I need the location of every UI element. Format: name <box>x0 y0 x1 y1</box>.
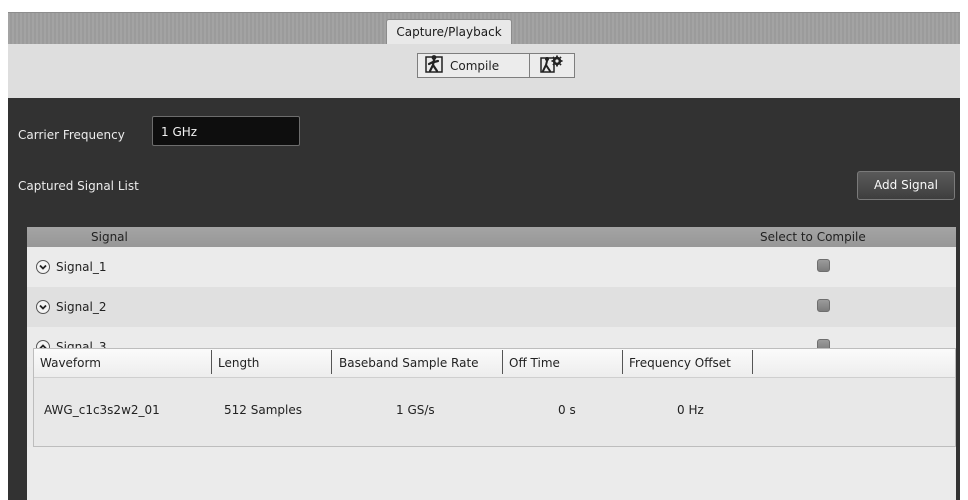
cell-waveform: AWG_c1c3s2w2_01 <box>44 403 160 417</box>
compile-settings-button[interactable] <box>530 54 574 77</box>
signal-name: Signal_2 <box>56 300 107 314</box>
waveform-table-header: Waveform Length Baseband Sample Rate Off… <box>34 349 955 378</box>
compile-button[interactable]: Compile <box>418 54 530 77</box>
runner-gear-icon <box>540 54 564 77</box>
capture-playback-app: Capture/Playback Compile Carrier Frequen… <box>8 12 960 500</box>
runner-figure-icon <box>424 54 444 77</box>
toolbar: Compile <box>8 44 960 98</box>
cell-length: 512 Samples <box>224 403 302 417</box>
cell-frequency-offset: 0 Hz <box>677 403 704 417</box>
tab-bar: Capture/Playback <box>8 12 960 46</box>
column-header-off-time[interactable]: Off Time <box>509 356 560 370</box>
toolbar-button-group: Compile <box>417 53 575 78</box>
waveform-detail-table: Waveform Length Baseband Sample Rate Off… <box>33 348 956 447</box>
compile-label: Compile <box>450 58 500 73</box>
waveform-row[interactable]: AWG_c1c3s2w2_01 512 Samples 1 GS/s 0 s 0… <box>34 377 955 446</box>
expand-chevron-down-icon[interactable] <box>36 300 50 314</box>
tab-capture-playback[interactable]: Capture/Playback <box>386 19 512 46</box>
cell-baseband-sample-rate: 1 GS/s <box>396 403 435 417</box>
column-divider[interactable] <box>331 350 332 374</box>
select-to-compile-checkbox[interactable] <box>817 299 830 312</box>
add-signal-button[interactable]: Add Signal <box>857 171 955 200</box>
signal-row[interactable]: Signal_2 <box>27 287 956 327</box>
signal-table-header: Signal Select to Compile <box>27 227 956 247</box>
column-divider[interactable] <box>211 350 212 374</box>
table-empty-area <box>27 447 956 500</box>
captured-signal-list-title: Captured Signal List <box>18 179 139 193</box>
expand-chevron-down-icon[interactable] <box>36 260 50 274</box>
column-header-waveform[interactable]: Waveform <box>40 356 101 370</box>
column-divider[interactable] <box>622 350 623 374</box>
column-header-length[interactable]: Length <box>218 356 259 370</box>
column-header-baseband-sample-rate[interactable]: Baseband Sample Rate <box>339 356 479 370</box>
signal-row[interactable]: Signal_1 <box>27 247 956 287</box>
signal-table: Signal Select to Compile Signal_1 Signal… <box>27 227 956 500</box>
capture-panel: Carrier Frequency Captured Signal List A… <box>8 98 960 500</box>
cell-off-time: 0 s <box>558 403 576 417</box>
signal-name: Signal_1 <box>56 260 107 274</box>
column-divider[interactable] <box>752 350 753 374</box>
column-divider[interactable] <box>502 350 503 374</box>
select-to-compile-checkbox[interactable] <box>817 259 830 272</box>
column-header-frequency-offset[interactable]: Frequency Offset <box>629 356 731 370</box>
carrier-frequency-input[interactable] <box>152 116 300 146</box>
column-header-signal[interactable]: Signal <box>91 230 128 244</box>
column-header-select-to-compile[interactable]: Select to Compile <box>760 230 866 244</box>
carrier-frequency-label: Carrier Frequency <box>18 128 125 142</box>
